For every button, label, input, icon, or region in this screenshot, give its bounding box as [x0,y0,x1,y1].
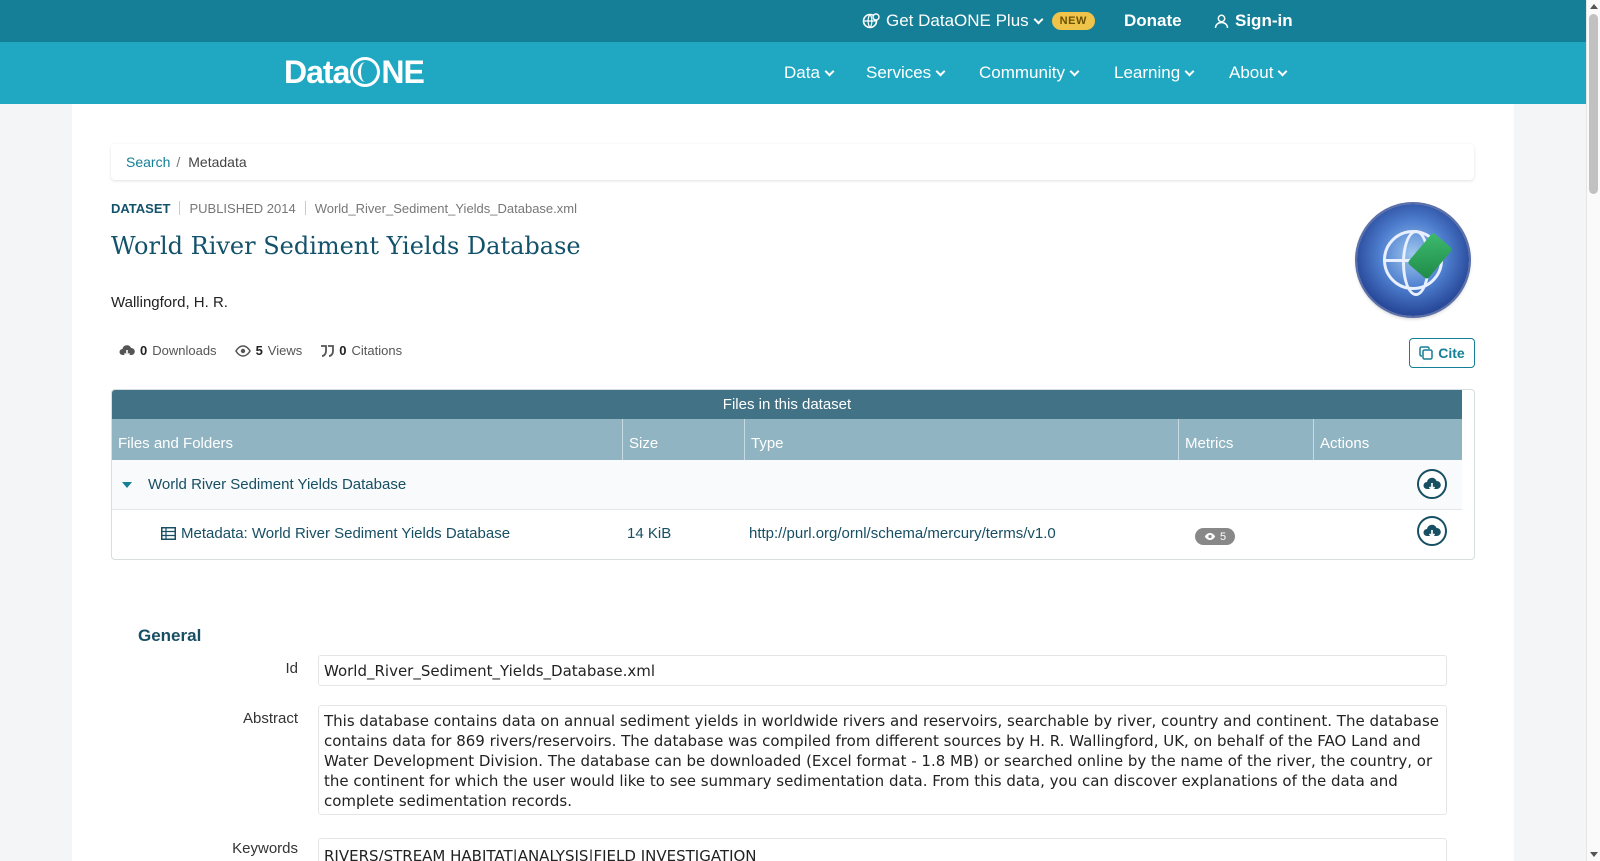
citations-metric: 0 Citations [320,343,402,358]
new-badge: NEW [1051,12,1095,30]
views-count: 5 [255,343,263,358]
general-section-title: General [138,626,202,645]
nav-item-label: Community [979,63,1065,82]
get-dataone-plus-menu[interactable]: Get DataONE Plus NEW [862,0,1095,42]
views-label: Views [267,343,303,358]
sign-in-link[interactable]: Sign-in [1214,0,1293,42]
downloads-metric: 0 Downloads [119,343,217,358]
meta-divider [179,201,181,215]
download-file-button[interactable] [1417,516,1447,546]
cite-label: Cite [1438,345,1465,361]
nav-item-label: Data [784,63,820,82]
id-label: Id [285,660,298,677]
copy-icon [1419,346,1434,360]
chevron-down-icon [1184,66,1195,76]
chevron-down-icon [1033,14,1044,24]
file-row: Metadata: World River Sediment Yields Da… [112,510,1462,559]
citations-label: Citations [351,343,403,358]
column-header-type[interactable]: Type [744,419,1178,460]
dataset-author: Wallingford, H. R. [111,294,228,311]
chevron-down-icon [1277,66,1288,76]
column-header-files[interactable]: Files and Folders [112,419,622,460]
chevron-down-icon [935,66,946,76]
donate-link[interactable]: Donate [1124,0,1182,42]
downloads-count: 0 [140,343,148,358]
citations-count: 0 [339,343,347,358]
dataone-logo[interactable]: Data NE [284,53,425,90]
cloud-download-icon [1423,524,1441,538]
chevron-down-icon [824,66,835,76]
column-header-size[interactable]: Size [622,419,744,460]
chevron-down-icon [1069,66,1080,76]
file-type: http://purl.org/ornl/schema/mercury/term… [749,525,1056,542]
nav-item-community[interactable]: Community [979,42,1080,104]
user-icon [1214,14,1229,28]
nav-item-about[interactable]: About [1229,42,1288,104]
top-utility-bar: Get DataONE Plus NEW Donate Sign-in [0,0,1586,42]
eye-icon [1204,533,1216,540]
breadcrumb-search-link[interactable]: Search [126,154,170,170]
nav-item-learning[interactable]: Learning [1114,42,1195,104]
file-size: 14 KiB [627,525,672,542]
globe-gear-icon [862,13,880,29]
dataset-metrics: 0 Downloads 5 Views 0 Citations [119,343,402,358]
repository-logo[interactable] [1357,204,1469,316]
cloud-download-icon [1423,477,1441,491]
get-dataone-plus-label: Get DataONE Plus [886,11,1029,30]
nav-item-label: About [1229,63,1274,82]
file-views-count: 5 [1220,530,1227,543]
file-views-badge: 5 [1195,528,1236,545]
eye-icon [234,344,251,357]
globe-icon [350,57,381,87]
caret-down-icon[interactable] [122,481,132,488]
breadcrumb: Search / Metadata [111,144,1474,180]
column-header-actions: Actions [1313,419,1462,460]
nav-item-data[interactable]: Data [784,42,835,104]
dataset-identifier: World_River_Sediment_Yields_Database.xml [314,200,577,216]
abstract-value: This database contains data on annual se… [318,705,1447,815]
meta-divider [304,201,306,215]
quote-icon [321,344,335,357]
breadcrumb-current: Metadata [188,154,247,170]
breadcrumb-separator: / [176,154,181,170]
dataset-meta-line: DATASET PUBLISHED 2014 World_River_Sedim… [111,199,577,217]
logo-text-suffix: NE [381,53,424,90]
main-navbar: Data NE Data Services Community Learning… [0,42,1586,104]
cite-button[interactable]: Cite [1409,338,1475,368]
scrollbar-thumb[interactable] [1589,14,1598,194]
download-folder-button[interactable] [1417,469,1447,499]
logo-text-prefix: Data [284,53,350,90]
file-name-link[interactable]: Metadata: World River Sediment Yields Da… [181,525,510,542]
scroll-up-icon[interactable] [1590,4,1598,9]
published-label: PUBLISHED 2014 [189,200,296,216]
abstract-label: Abstract [242,710,298,727]
cloud-download-icon [119,344,135,357]
keywords-value: RIVERS/STREAM HABITAT|ANALYSIS|FIELD INV… [318,838,1447,861]
views-metric: 5 Views [234,343,303,358]
folder-row[interactable]: World River Sediment Yields Database [112,460,1462,510]
scroll-down-icon[interactable] [1590,852,1598,857]
nav-item-services[interactable]: Services [866,42,946,104]
files-table: Files in this dataset Files and Folders … [111,389,1475,560]
files-table-heading: Files in this dataset [112,390,1462,419]
files-table-columns: Files and Folders Size Type Metrics Acti… [112,419,1462,460]
keywords-label: Keywords [232,840,298,857]
folder-name: World River Sediment Yields Database [148,476,407,493]
page-scrollbar[interactable] [1586,0,1600,861]
table-file-icon [161,527,176,544]
page-title: World River Sediment Yields Database [111,232,581,260]
dataset-type-label: DATASET [111,200,171,216]
nav-item-label: Services [866,63,932,82]
nav-item-label: Learning [1114,63,1181,82]
sign-in-label: Sign-in [1235,11,1293,30]
column-header-metrics[interactable]: Metrics [1178,419,1313,460]
id-value: World_River_Sediment_Yields_Database.xml [318,655,1447,686]
downloads-label: Downloads [152,343,217,358]
